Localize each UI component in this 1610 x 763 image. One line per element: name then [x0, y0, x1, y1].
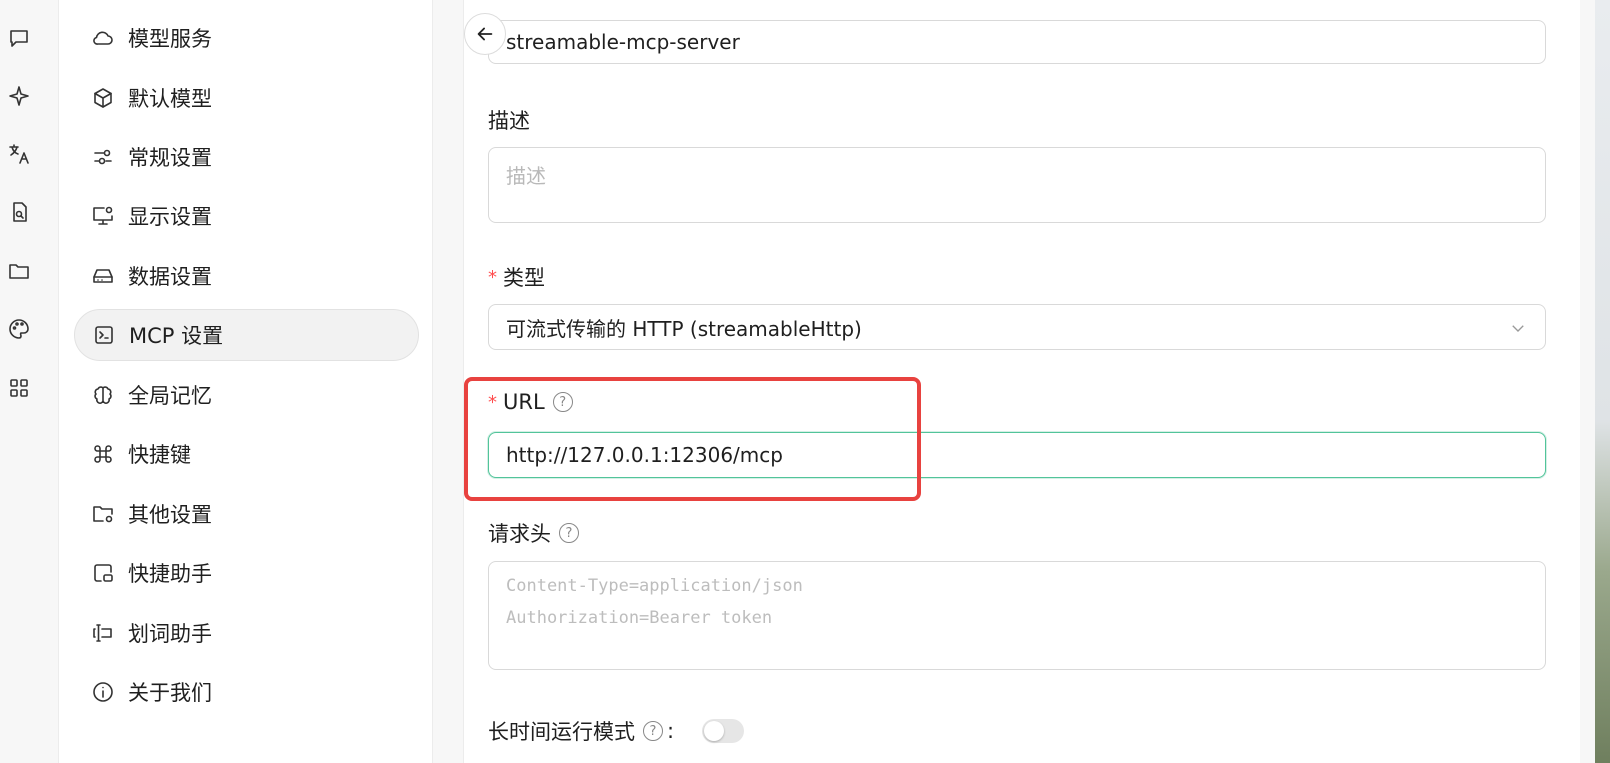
nav-item-label: 显示设置	[128, 205, 212, 229]
folder-icon[interactable]	[5, 257, 33, 285]
nav-item-selection-assistant[interactable]: 划词助手	[74, 607, 419, 659]
url-label: * URL ?	[488, 390, 573, 414]
nav-item-label: 模型服务	[128, 27, 212, 51]
headers-placeholder-line2: Authorization=Bearer token	[506, 608, 773, 628]
type-select[interactable]: 可流式传输的 HTTP (streamableHttp)	[488, 304, 1546, 350]
nav-item-quick-assistant[interactable]: 快捷助手	[74, 547, 419, 599]
nav-item-label: 全局记忆	[128, 384, 212, 408]
nav-item-label: 常规设置	[128, 146, 212, 170]
window-assistant-icon	[90, 560, 116, 586]
back-button[interactable]	[464, 13, 506, 55]
help-icon[interactable]: ?	[559, 523, 579, 543]
cube-icon	[90, 85, 116, 111]
palette-icon[interactable]	[5, 315, 33, 343]
terminal-icon	[91, 322, 117, 348]
help-icon[interactable]: ?	[552, 392, 573, 412]
cloud-icon	[90, 25, 116, 51]
description-field[interactable]: 描述	[488, 147, 1546, 223]
nav-item-shortcuts[interactable]: 快捷键	[74, 428, 419, 480]
nav-item-global-memory[interactable]: 全局记忆	[74, 369, 419, 421]
nav-item-mcp-settings[interactable]: MCP 设置	[74, 309, 419, 361]
folder-gear-icon	[90, 501, 116, 527]
required-mark: *	[488, 391, 497, 413]
nav-item-about-us[interactable]: 关于我们	[74, 666, 419, 718]
hard-drive-icon	[90, 263, 116, 289]
nav-item-model-service[interactable]: 模型服务	[74, 12, 419, 64]
nav-item-display-settings[interactable]: 显示设置	[74, 190, 419, 242]
required-mark: *	[488, 266, 497, 288]
type-select-value: 可流式传输的 HTTP (streamableHttp)	[506, 316, 862, 341]
info-icon	[90, 679, 116, 705]
sliders-icon	[90, 144, 116, 170]
settings-nav: 模型服务 默认模型 常规设置 显示设置 数据设置 MCP 设置 全局记忆 快捷键…	[58, 0, 433, 763]
headers-placeholder-line1: Content-Type=application/json	[506, 576, 803, 596]
chat-icon[interactable]	[5, 24, 33, 52]
help-icon[interactable]: ?	[643, 721, 663, 741]
nav-item-label: 默认模型	[128, 87, 212, 111]
desktop-background-edge	[1595, 0, 1610, 763]
apps-grid-icon[interactable]	[5, 374, 33, 402]
chevron-down-icon	[1509, 318, 1527, 336]
nav-item-label: MCP 设置	[129, 324, 224, 348]
label-colon: :	[667, 719, 675, 743]
long-running-row: 长时间运行模式 ? :	[488, 716, 745, 746]
name-field[interactable]: streamable-mcp-server	[488, 20, 1546, 64]
monitor-gear-icon	[90, 203, 116, 229]
translate-icon[interactable]	[5, 140, 33, 168]
headers-textarea[interactable]: Content-Type=application/json Authorizat…	[488, 561, 1546, 670]
nav-item-data-settings[interactable]: 数据设置	[74, 250, 419, 302]
long-running-label: 长时间运行模式	[488, 720, 635, 744]
nav-item-other-settings[interactable]: 其他设置	[74, 488, 419, 540]
nav-item-label: 划词助手	[128, 622, 212, 646]
app-icon-rail	[0, 0, 40, 763]
nav-item-default-model[interactable]: 默认模型	[74, 72, 419, 124]
name-field-value: streamable-mcp-server	[506, 30, 740, 54]
brain-icon	[90, 382, 116, 408]
url-input[interactable]: http://127.0.0.1:12306/mcp	[488, 432, 1546, 478]
headers-label: 请求头 ?	[488, 518, 579, 548]
nav-item-label: 关于我们	[128, 681, 212, 705]
description-placeholder: 描述	[506, 164, 546, 188]
arrow-left-icon	[477, 27, 493, 41]
document-search-icon[interactable]	[5, 198, 33, 226]
text-cursor-icon	[90, 620, 116, 646]
url-input-value: http://127.0.0.1:12306/mcp	[506, 443, 783, 467]
nav-item-label: 快捷助手	[128, 562, 212, 586]
long-running-toggle[interactable]	[702, 719, 745, 743]
nav-item-label: 其他设置	[128, 503, 212, 527]
command-icon	[90, 441, 116, 467]
nav-item-general-settings[interactable]: 常规设置	[74, 131, 419, 183]
type-label: * 类型	[488, 266, 545, 290]
nav-item-label: 快捷键	[128, 443, 191, 467]
description-label: 描述	[488, 109, 530, 133]
sparkle-icon[interactable]	[5, 82, 33, 110]
nav-item-label: 数据设置	[128, 265, 212, 289]
